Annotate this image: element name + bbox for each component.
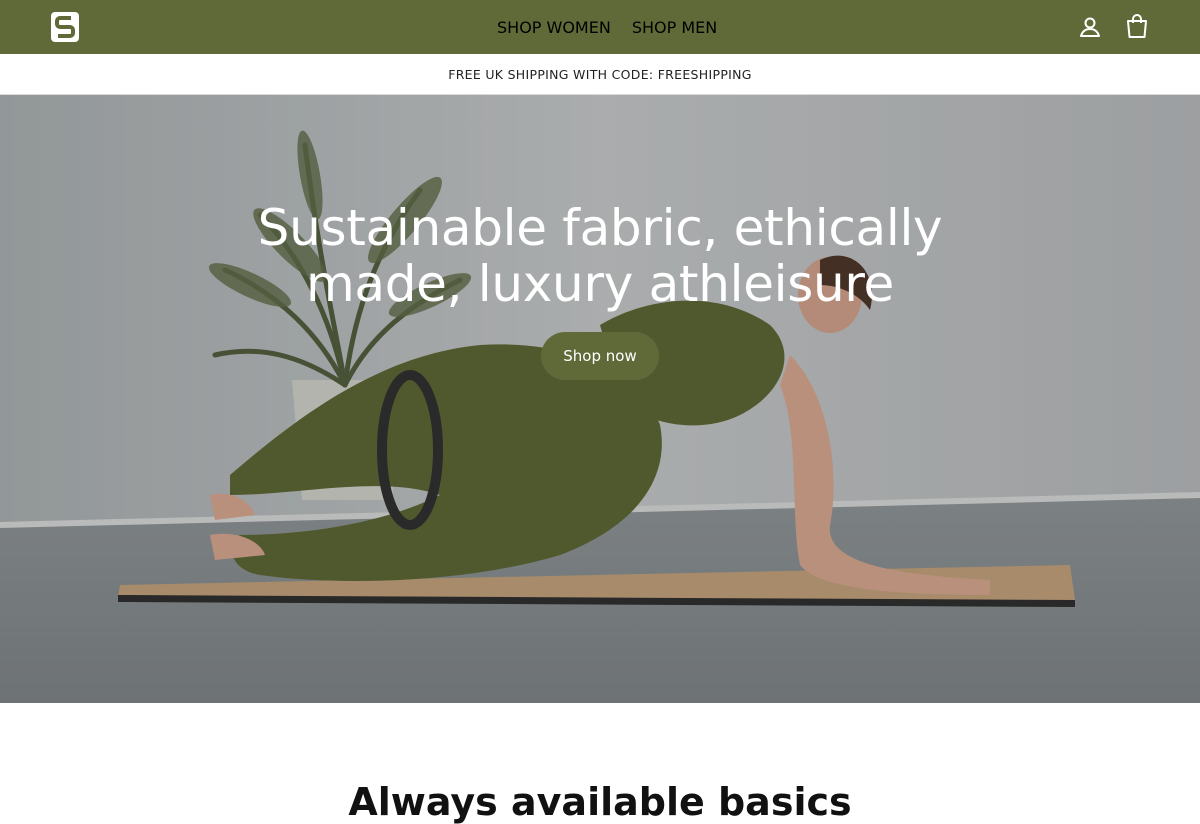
announcement-text: FREE UK SHIPPING WITH CODE: FREESHIPPING [448, 66, 752, 82]
nav-shop-men[interactable]: SHOP MEN [632, 18, 717, 37]
hero-overlay [0, 95, 1200, 703]
nav-shop-women[interactable]: SHOP WOMEN [497, 18, 611, 37]
announcement-bar: FREE UK SHIPPING WITH CODE: FREESHIPPING [0, 54, 1200, 95]
main-nav: SHOP WOMEN SHOP MEN [497, 18, 717, 37]
shopping-bag-icon[interactable] [1125, 13, 1149, 39]
site-header: SHOP WOMEN SHOP MEN [0, 0, 1200, 54]
shop-now-button[interactable]: Shop now [541, 332, 659, 380]
account-icon[interactable] [1078, 15, 1102, 39]
section-title: Always available basics [348, 780, 852, 824]
s-logo-icon[interactable] [50, 11, 80, 43]
hero-banner: Sustainable fabric, ethically made, luxu… [0, 95, 1200, 703]
hero-title: Sustainable fabric, ethically made, luxu… [257, 199, 943, 313]
